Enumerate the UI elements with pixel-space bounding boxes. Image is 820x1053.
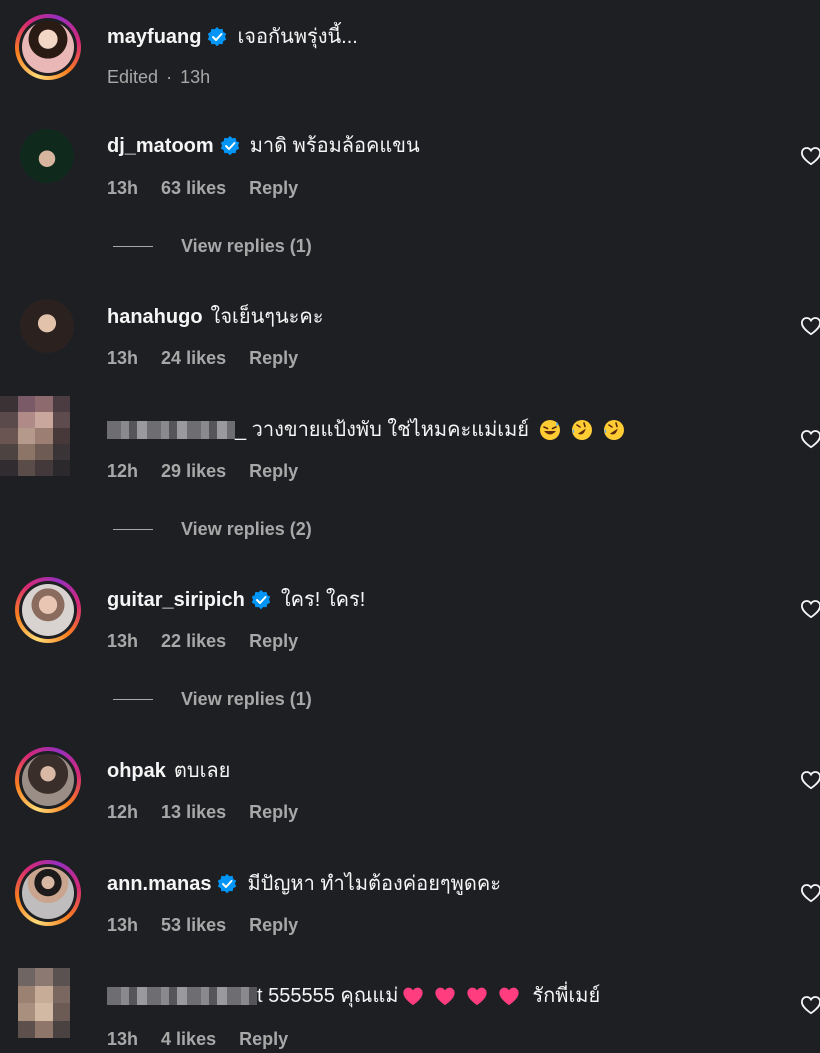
timestamp: 13h — [107, 348, 139, 368]
view-replies-button[interactable]: View replies (2) — [113, 519, 312, 540]
pink-heart-emoji-icon — [467, 987, 488, 1006]
pink-heart-emoji-icon — [435, 987, 456, 1006]
like-count[interactable]: 63 likes — [161, 178, 226, 198]
avatar[interactable] — [20, 129, 74, 183]
comment-meta: Edited · 13h — [107, 66, 210, 88]
username[interactable]: mayfuang — [107, 25, 201, 49]
like-count[interactable]: 53 likes — [161, 915, 226, 935]
avatar[interactable] — [20, 299, 74, 353]
username[interactable]: ohpak — [107, 759, 166, 783]
rofl-emoji-icon — [572, 420, 593, 440]
avatar — [22, 754, 74, 806]
avatar-story-ring[interactable] — [15, 14, 81, 80]
like-count[interactable]: 22 likes — [161, 631, 226, 651]
like-heart-icon[interactable] — [800, 995, 820, 1015]
avatar-pixelated[interactable] — [18, 968, 70, 1038]
comment-text: t 555555 คุณแม่ — [257, 985, 399, 1007]
grinning-sweat-emoji-icon — [540, 420, 561, 440]
avatar-story-ring[interactable] — [15, 747, 81, 813]
comment-text: ใจเย็นๆนะคะ — [210, 306, 324, 328]
username[interactable]: guitar_siripich — [107, 588, 245, 612]
reply-button[interactable]: Reply — [249, 802, 298, 822]
avatar — [22, 21, 74, 73]
divider — [113, 246, 153, 247]
timestamp: 13h — [107, 178, 139, 198]
comment-text: มาดิ พร้อมล้อคแขน — [249, 135, 420, 157]
avatar-story-ring[interactable] — [15, 860, 81, 926]
edited-label: Edited — [107, 67, 159, 87]
like-heart-icon[interactable] — [800, 316, 820, 336]
verified-badge-icon — [251, 590, 271, 610]
like-heart-icon[interactable] — [800, 883, 820, 903]
timestamp: 13h — [107, 1029, 139, 1049]
timestamp: 13h — [180, 67, 211, 87]
reply-button[interactable]: Reply — [249, 461, 298, 481]
like-count[interactable]: 29 likes — [161, 461, 226, 481]
username-pixelated[interactable] — [107, 987, 257, 1005]
like-heart-icon[interactable] — [800, 770, 820, 790]
username[interactable]: hanahugo — [107, 305, 203, 329]
like-count[interactable]: 4 likes — [161, 1029, 216, 1049]
timestamp: 13h — [107, 631, 139, 651]
like-count[interactable]: 24 likes — [161, 348, 226, 368]
comment-text: เจอกันพรุ่งนี้... — [237, 26, 358, 48]
comment-text: ตบเลย — [173, 760, 231, 782]
pink-heart-emoji-icon — [403, 987, 424, 1006]
like-count[interactable]: 13 likes — [161, 802, 226, 822]
view-replies-label[interactable]: View replies (1) — [181, 236, 312, 257]
view-replies-button[interactable]: View replies (1) — [113, 236, 312, 257]
reply-button[interactable]: Reply — [239, 1029, 288, 1049]
reply-button[interactable]: Reply — [249, 178, 298, 198]
view-replies-label[interactable]: View replies (1) — [181, 689, 312, 710]
rofl-emoji-icon — [604, 420, 625, 440]
avatar — [22, 867, 74, 919]
divider — [113, 699, 153, 700]
comment-text: ใคร! ใคร! — [280, 589, 366, 611]
timestamp: 12h — [107, 461, 139, 481]
avatar — [22, 584, 74, 636]
like-heart-icon[interactable] — [800, 599, 820, 619]
avatar-story-ring[interactable] — [15, 577, 81, 643]
reply-button[interactable]: Reply — [249, 631, 298, 651]
view-replies-label[interactable]: View replies (2) — [181, 519, 312, 540]
username[interactable]: dj_matoom — [107, 134, 214, 158]
verified-badge-icon — [208, 27, 227, 47]
view-replies-button[interactable]: View replies (1) — [113, 689, 312, 710]
divider — [113, 529, 153, 530]
comment-text: มีปัญหา ทำไมต้องค่อยๆพูดคะ — [247, 873, 501, 895]
reply-button[interactable]: Reply — [249, 348, 298, 368]
like-heart-icon[interactable] — [800, 429, 820, 449]
timestamp: 12h — [107, 802, 139, 822]
avatar-pixelated[interactable] — [0, 396, 70, 476]
verified-badge-icon — [220, 136, 239, 156]
separator: · — [166, 67, 173, 87]
pink-heart-emoji-icon — [499, 987, 520, 1006]
comment-text-suffix: รักพี่เมย์ — [532, 985, 601, 1007]
username-pixelated[interactable] — [107, 421, 235, 439]
reply-button[interactable]: Reply — [249, 915, 298, 935]
comment-text: _ วางขายแป้งพับ ใช่ไหมคะแม่เมย์ — [235, 419, 530, 441]
verified-badge-icon — [218, 874, 237, 894]
timestamp: 13h — [107, 915, 139, 935]
username[interactable]: ann.manas — [107, 872, 211, 896]
like-heart-icon[interactable] — [800, 146, 820, 166]
